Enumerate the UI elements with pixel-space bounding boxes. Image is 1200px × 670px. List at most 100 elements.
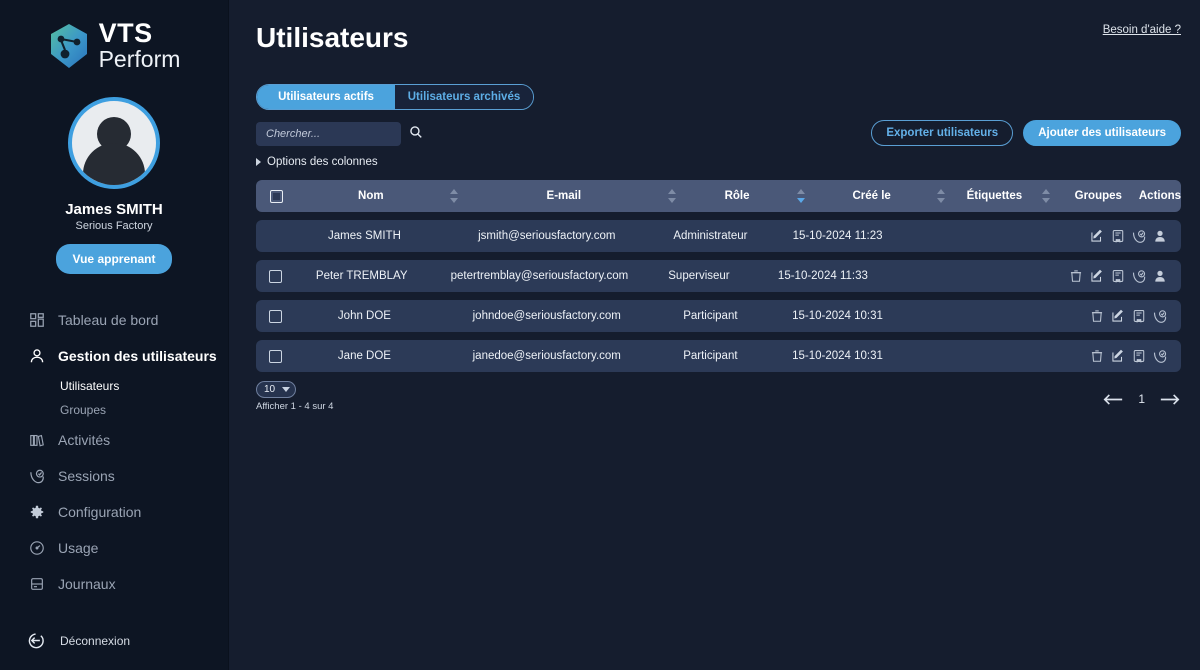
page-size-select[interactable]: 10: [256, 381, 296, 398]
session-check-icon[interactable]: [1132, 229, 1146, 243]
books-icon: [28, 431, 46, 449]
sort-nom[interactable]: [444, 189, 466, 203]
session-check-icon[interactable]: [1153, 309, 1167, 323]
cell-email: janedoe@seriousfactory.com: [472, 350, 621, 362]
trash-icon[interactable]: [1090, 309, 1104, 323]
logout-button[interactable]: Déconnexion: [0, 622, 228, 660]
session-check-icon[interactable]: [1132, 269, 1146, 283]
row-select-cell: [256, 269, 294, 283]
sort-arrows-icon: [668, 189, 677, 203]
column-header-nom[interactable]: Nom: [298, 190, 444, 202]
arrow-right-icon[interactable]: [1159, 393, 1181, 406]
brand-line1: VTS: [98, 18, 153, 48]
avatar: [68, 97, 160, 189]
sidebar-item-label: Usage: [58, 540, 99, 556]
tab-active-users[interactable]: Utilisateurs actifs: [257, 85, 395, 109]
column-header-role[interactable]: Rôle: [684, 190, 791, 202]
sort-role[interactable]: [790, 189, 812, 203]
sidebar-item-sessions[interactable]: Sessions: [0, 458, 228, 494]
cell-nom: Peter TREMBLAY: [315, 270, 408, 282]
sidebar-nav: Tableau de bord Gestion des utilisateurs…: [0, 302, 228, 602]
sidebar-item-label: Journaux: [58, 576, 116, 592]
users-table: Nom E-mail Rôle Créé le Étiquettes Group…: [256, 180, 1181, 372]
search-box[interactable]: [256, 122, 422, 146]
chevron-down-icon: [282, 387, 290, 392]
session-check-icon: [28, 467, 46, 485]
cell-cree-le: 15-10-2024 11:23: [792, 230, 883, 242]
page-title: Utilisateurs: [256, 22, 409, 53]
sidebar-item-label: Sessions: [58, 468, 115, 484]
sort-arrows-icon: [450, 189, 459, 203]
sidebar-item-configuration[interactable]: Configuration: [0, 494, 228, 530]
profile-block: James SMITH Serious Factory Vue apprenan…: [0, 97, 228, 274]
gauge-icon: [28, 539, 46, 557]
column-header-email[interactable]: E-mail: [466, 190, 662, 202]
arrow-left-icon[interactable]: [1102, 393, 1124, 406]
table-row[interactable]: Peter TREMBLAY petertremblay@seriousfacto…: [256, 260, 1181, 292]
edit-icon[interactable]: [1111, 309, 1125, 323]
table-row[interactable]: Jane DOE janedoe@seriousfactory.com Partic…: [256, 340, 1181, 372]
search-icon[interactable]: [409, 125, 423, 144]
sidebar-subitem-groupes[interactable]: Groupes: [0, 398, 228, 422]
gear-icon: [28, 503, 46, 521]
sort-cree-le[interactable]: [931, 189, 953, 203]
cell-role: Participant: [683, 350, 738, 362]
cell-actions: [1090, 349, 1181, 363]
row-checkbox[interactable]: [268, 269, 282, 283]
sort-arrows-icon: [796, 189, 806, 203]
sort-email[interactable]: [662, 189, 684, 203]
sidebar: VTS Perform James SMITH Serious Factory …: [0, 0, 229, 670]
cell-cree-le: 15-10-2024 10:31: [792, 350, 883, 362]
logout-icon: [28, 631, 48, 651]
session-check-icon[interactable]: [1153, 349, 1167, 363]
table-toolbar: Exporter utilisateurs Ajouter des utilis…: [871, 120, 1181, 146]
table-row[interactable]: James SMITH jsmith@seriousfactory.com Admi…: [256, 220, 1181, 252]
person-icon[interactable]: [1153, 229, 1167, 243]
trash-icon[interactable]: [1069, 269, 1083, 283]
vts-hexagon-logo-icon: [48, 23, 90, 69]
cell-email: petertremblay@seriousfactory.com: [450, 270, 629, 282]
select-all-checkbox[interactable]: [270, 189, 284, 203]
sidebar-item-usage[interactable]: Usage: [0, 530, 228, 566]
certificate-icon[interactable]: [1111, 269, 1125, 283]
person-icon[interactable]: [1153, 269, 1167, 283]
app-root: VTS Perform James SMITH Serious Factory …: [0, 0, 1200, 670]
learner-view-button[interactable]: Vue apprenant: [55, 244, 173, 274]
row-select-cell: [256, 349, 295, 363]
sidebar-item-label: Activités: [58, 432, 111, 448]
dashboard-grid-icon: [28, 311, 46, 329]
pagination-nav: 1: [1102, 392, 1181, 406]
profile-company: Serious Factory: [75, 220, 153, 232]
sidebar-subitem-utilisateurs[interactable]: Utilisateurs: [0, 374, 228, 398]
export-users-button[interactable]: Exporter utilisateurs: [871, 120, 1014, 146]
brand-logo[interactable]: VTS Perform: [0, 0, 228, 77]
column-header-groupes: Groupes: [1074, 190, 1122, 202]
column-header-etiquettes[interactable]: Étiquettes: [953, 190, 1036, 202]
logout-label: Déconnexion: [60, 634, 131, 648]
sidebar-item-journaux[interactable]: Journaux: [0, 566, 228, 602]
sidebar-item-dashboard[interactable]: Tableau de bord: [0, 302, 228, 338]
edit-icon[interactable]: [1090, 229, 1104, 243]
tab-archived-users[interactable]: Utilisateurs archivés: [395, 85, 533, 109]
cell-actions: [1069, 269, 1181, 283]
table-row[interactable]: John DOE johndoe@seriousfactory.com Partic…: [256, 300, 1181, 332]
sidebar-item-user-management[interactable]: Gestion des utilisateurs: [0, 338, 228, 374]
edit-icon[interactable]: [1111, 349, 1125, 363]
column-options-toggle[interactable]: Options des colonnes: [256, 156, 1181, 168]
certificate-icon[interactable]: [1111, 229, 1125, 243]
cell-nom: John DOE: [337, 310, 391, 322]
add-users-button[interactable]: Ajouter des utilisateurs: [1023, 120, 1181, 146]
certificate-icon[interactable]: [1132, 349, 1146, 363]
certificate-icon[interactable]: [1132, 309, 1146, 323]
search-input[interactable]: [266, 128, 409, 140]
edit-icon[interactable]: [1090, 269, 1104, 283]
row-checkbox[interactable]: [269, 309, 283, 323]
sort-etiquettes[interactable]: [1036, 189, 1058, 203]
help-link[interactable]: Besoin d'aide ?: [1103, 24, 1181, 36]
column-header-cree-le[interactable]: Créé le: [812, 190, 931, 202]
profile-name: James SMITH: [65, 201, 163, 218]
table-header-row: Nom E-mail Rôle Créé le Étiquettes Group…: [256, 180, 1181, 212]
sidebar-item-activites[interactable]: Activités: [0, 422, 228, 458]
trash-icon[interactable]: [1090, 349, 1104, 363]
row-checkbox[interactable]: [269, 349, 283, 363]
